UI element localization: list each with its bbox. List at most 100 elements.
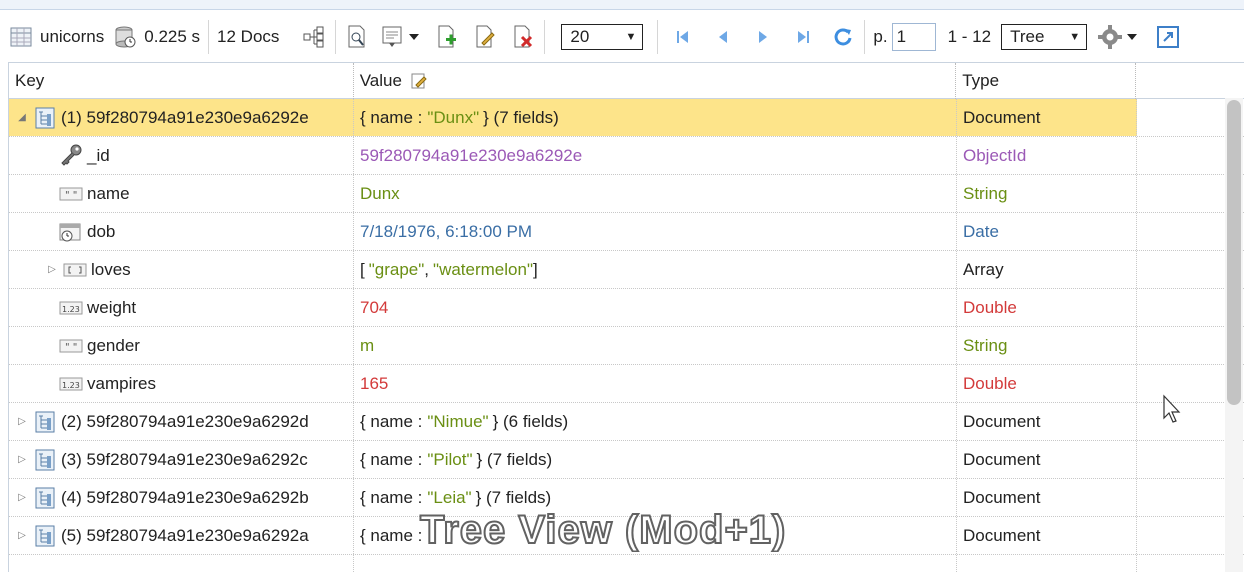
- edit-view-icon[interactable]: [380, 24, 406, 50]
- value-cell: 704: [354, 289, 957, 326]
- type-cell: ObjectId: [957, 137, 1137, 174]
- view-mode-value: Tree: [1010, 27, 1045, 46]
- chevron-down-icon: ▼: [1069, 31, 1081, 43]
- array-type-icon: [63, 258, 87, 282]
- results-tree-grid: Key Value Type ◢ (1) 59f280794a91e230e9a…: [8, 62, 1244, 572]
- value-cell: 165: [354, 365, 957, 402]
- chevron-down-icon[interactable]: [406, 24, 422, 50]
- key-cell: dob: [9, 213, 354, 250]
- view-document-icon[interactable]: [344, 24, 370, 50]
- value-cell: [354, 555, 957, 572]
- expand-triangle-icon[interactable]: ▷: [45, 264, 59, 275]
- separator: [208, 20, 210, 54]
- svg-text:1.23: 1.23: [62, 381, 80, 390]
- table-row[interactable]: ◢ (1) 59f280794a91e230e9a6292e { name : …: [9, 99, 1244, 137]
- chevron-down-icon[interactable]: [1123, 24, 1141, 50]
- page-size-value: 20: [570, 27, 590, 46]
- expand-triangle-icon[interactable]: ▷: [15, 454, 29, 465]
- edit-document-icon[interactable]: [472, 24, 498, 50]
- key-label: loves: [91, 259, 131, 279]
- type-cell: Document: [957, 441, 1137, 478]
- add-document-icon[interactable]: [434, 24, 460, 50]
- expand-triangle-icon[interactable]: ▷: [15, 416, 29, 427]
- type-cell: Document: [957, 517, 1137, 554]
- document-icon: [33, 410, 57, 434]
- table-row[interactable]: _id 59f280794a91e230e9a6292e ObjectId: [9, 137, 1244, 175]
- chevron-down-icon: ▼: [625, 31, 637, 43]
- expand-triangle-icon[interactable]: ▷: [15, 492, 29, 503]
- grid-header: Key Value Type: [9, 63, 1244, 99]
- gear-icon[interactable]: [1097, 24, 1123, 50]
- column-header-type[interactable]: Type: [956, 63, 1137, 99]
- value-text: { name :: [360, 525, 423, 545]
- document-icon: [33, 106, 57, 130]
- column-header-key[interactable]: Key: [9, 63, 354, 99]
- value-text: { name :: [360, 107, 423, 127]
- vertical-scrollbar[interactable]: [1225, 98, 1243, 572]
- table-row[interactable]: 1.23 weight 704 Double: [9, 289, 1244, 327]
- first-page-icon[interactable]: [670, 24, 696, 50]
- prev-page-icon[interactable]: [710, 24, 736, 50]
- key-cell: ▷ loves: [9, 251, 354, 288]
- popout-icon[interactable]: [1155, 24, 1181, 50]
- value-string: "Dunx": [427, 107, 480, 127]
- value-cell: [ "grape" , "watermelon" ]: [354, 251, 957, 288]
- next-page-icon[interactable]: [750, 24, 776, 50]
- key-label: (1) 59f280794a91e230e9a6292e: [61, 107, 309, 127]
- type-cell: [957, 555, 1137, 572]
- value-text: } (7 fields): [475, 487, 552, 507]
- value-cell: { name : "Pilot" } (7 fields): [354, 441, 957, 478]
- last-page-icon[interactable]: [790, 24, 816, 50]
- table-row[interactable]: ▷ (3) 59f280794a91e230e9a6292c { name : …: [9, 441, 1244, 479]
- value-cell: m: [354, 327, 957, 364]
- svg-text:1.23: 1.23: [62, 305, 80, 314]
- key-label: dob: [87, 221, 116, 241]
- view-mode-select[interactable]: Tree ▼: [1001, 24, 1088, 50]
- document-icon: [33, 524, 57, 548]
- collapse-triangle-icon[interactable]: ◢: [15, 112, 29, 123]
- page-size-select[interactable]: 20 ▼: [561, 24, 644, 50]
- table-row[interactable]: ▷ loves [ "grape" , "watermelon" ] Array: [9, 251, 1244, 289]
- key-label: gender: [87, 335, 140, 355]
- table-row[interactable]: 1.23 vampires 165 Double: [9, 365, 1244, 403]
- scrollbar-thumb[interactable]: [1227, 100, 1241, 405]
- timer-icon: [112, 24, 138, 50]
- value-text: ,: [424, 259, 430, 279]
- key-cell: _id: [9, 137, 354, 174]
- table-row[interactable]: " " name Dunx String: [9, 175, 1244, 213]
- value-text: [: [360, 259, 365, 279]
- refresh-icon[interactable]: [830, 24, 856, 50]
- column-header-value[interactable]: Value: [354, 63, 957, 99]
- number-type-icon: 1.23: [59, 296, 83, 320]
- column-header-value-label: Value: [359, 71, 402, 90]
- expand-triangle-icon[interactable]: ▷: [15, 530, 29, 541]
- table-row[interactable]: ▷ (2) 59f280794a91e230e9a6292d { name : …: [9, 403, 1244, 441]
- document-icon: [33, 486, 57, 510]
- key-cell: " " name: [9, 175, 354, 212]
- date-type-icon: [59, 220, 83, 244]
- structure-icon[interactable]: [301, 24, 327, 50]
- doc-range: 1 - 12: [947, 27, 992, 46]
- type-cell: Date: [957, 213, 1137, 250]
- value-text: { name :: [360, 411, 423, 431]
- value-string: "grape": [368, 259, 425, 279]
- key-cell: ▷ (3) 59f280794a91e230e9a6292c: [9, 441, 354, 478]
- table-row[interactable]: dob 7/18/1976, 6:18:00 PM Date: [9, 213, 1244, 251]
- key-label: (5) 59f280794a91e230e9a6292a: [61, 525, 309, 545]
- string-type-icon: " ": [59, 334, 83, 358]
- table-row[interactable]: " " gender m String: [9, 327, 1244, 365]
- query-time: 0.225 s: [144, 27, 201, 46]
- type-cell: Document: [957, 403, 1137, 440]
- key-label: (3) 59f280794a91e230e9a6292c: [61, 449, 308, 469]
- table-row[interactable]: [9, 555, 1244, 572]
- doc-count: 12 Docs: [217, 27, 280, 46]
- page-number-input[interactable]: [891, 23, 936, 51]
- page-label: p.: [873, 27, 888, 46]
- separator: [657, 20, 659, 54]
- type-cell: String: [957, 175, 1137, 212]
- document-icon: [33, 448, 57, 472]
- mouse-cursor-icon: [1162, 394, 1182, 429]
- number-type-icon: 1.23: [59, 372, 83, 396]
- delete-document-icon[interactable]: [510, 24, 536, 50]
- value-text: } (7 fields): [483, 107, 559, 127]
